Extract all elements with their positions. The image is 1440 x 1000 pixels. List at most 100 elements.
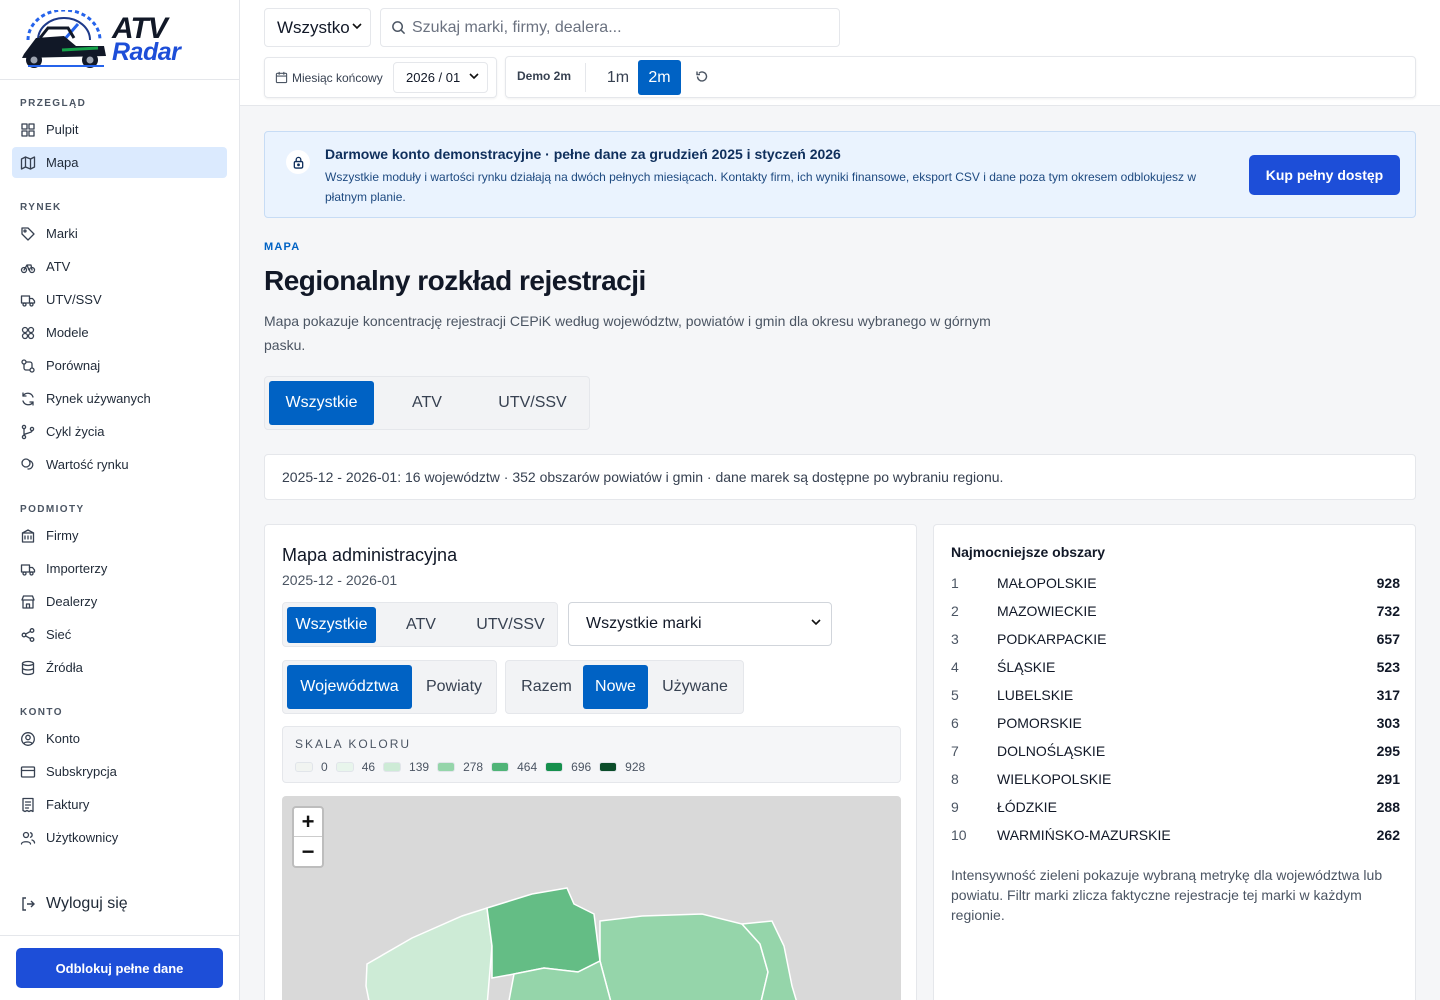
zoom-in-button[interactable]: + — [294, 808, 322, 837]
sidebar-item-label: Źródła — [46, 660, 83, 675]
sidebar-item-label: UTV/SSV — [46, 292, 102, 307]
sidebar: ATV Radar PRZEGLĄD Pulpit Mapa RYNEK Marki AT… — [0, 0, 240, 1000]
sidebar-item-rynek-u-ywanych[interactable]: Rynek używanych — [12, 383, 227, 414]
sidebar-item-firmy[interactable]: Firmy — [12, 520, 227, 551]
sidebar-item-subskrypcja[interactable]: Subskrypcja — [12, 756, 227, 787]
sidebar-item-por-wnaj[interactable]: Porównaj — [12, 350, 227, 381]
status-tabs: Razem Nowe Używane — [505, 660, 744, 714]
color-scale-value: 278 — [463, 760, 484, 774]
buy-full-access-button[interactable]: Kup pełny dostęp — [1249, 155, 1400, 195]
status-tab-new[interactable]: Nowe — [583, 665, 648, 709]
sidebar-item-cykl-ycia[interactable]: Cykl życia — [12, 416, 227, 447]
range-toolbar: Demo 2m 1m 2m — [505, 56, 1416, 98]
sidebar-item-mapa[interactable]: Mapa — [12, 147, 227, 178]
level-tab-counties[interactable]: Powiaty — [415, 665, 493, 709]
sidebar-item-konto[interactable]: Konto — [12, 723, 227, 754]
period-summary-text: 2025-12 - 2026-01: 16 województw · 352 o… — [282, 469, 1004, 485]
sidebar-item-importerzy[interactable]: Importerzy — [12, 553, 227, 584]
sidebar-item-label: Konto — [46, 731, 80, 746]
map-tab-atv[interactable]: ATV — [379, 607, 463, 643]
sidebar-item-faktury[interactable]: Faktury — [12, 789, 227, 820]
list-item[interactable]: 7 DOLNOŚLĄSKIE 295 — [951, 737, 1400, 765]
rank-number: 6 — [951, 715, 959, 731]
list-item[interactable]: 8 WIELKOPOLSKIE 291 — [951, 765, 1400, 793]
page-description: Mapa pokazuje koncentrację rejestracji C… — [264, 313, 991, 353]
area-name: MAŁOPOLSKIE — [997, 575, 1097, 591]
list-item[interactable]: 4 ŚLĄSKIE 523 — [951, 653, 1400, 681]
branch-icon — [20, 424, 36, 440]
unlock-full-data-button[interactable]: Odblokuj pełne dane — [16, 948, 223, 988]
area-value: 928 — [1376, 575, 1400, 591]
list-item[interactable]: 10 WARMIŃSKO-MAZURSKIE 262 — [951, 821, 1400, 849]
sidebar-item--r-d-a[interactable]: Źródła — [12, 652, 227, 683]
sidebar-item-warto-rynku[interactable]: Wartość rynku — [12, 449, 227, 480]
sidebar-item-label: Rynek używanych — [46, 391, 151, 406]
cubes-icon — [20, 325, 36, 341]
sidebar-item-marki[interactable]: Marki — [12, 218, 227, 249]
logo[interactable]: ATV Radar — [0, 0, 239, 80]
rank-number: 1 — [951, 575, 959, 591]
logo-text: ATV Radar — [112, 13, 181, 66]
area-value: 303 — [1376, 715, 1400, 731]
zoom-out-button[interactable]: − — [294, 837, 322, 866]
sidebar-item-pulpit[interactable]: Pulpit — [12, 114, 227, 145]
rank-number: 5 — [951, 687, 959, 703]
list-item[interactable]: 9 ŁÓDZKIE 288 — [951, 793, 1400, 821]
area-value: 262 — [1376, 827, 1400, 843]
sidebar-item-utv-ssv[interactable]: UTV/SSV — [12, 284, 227, 315]
zoom-control: + − — [292, 806, 324, 868]
color-swatch — [545, 762, 564, 772]
list-item[interactable]: 6 POMORSKIE 303 — [951, 709, 1400, 737]
users-icon — [20, 830, 36, 846]
status-tab-used[interactable]: Używane — [651, 665, 739, 709]
map-tab-all[interactable]: Wszystkie — [287, 607, 376, 643]
color-swatch — [437, 762, 456, 772]
sidebar-item-u-ytkownicy[interactable]: Użytkownicy — [12, 822, 227, 853]
map-card: Mapa administracyjna 2025-12 - 2026-01 W… — [264, 524, 917, 1000]
logo-line2: Radar — [112, 37, 181, 66]
area-value: 317 — [1376, 687, 1400, 703]
sidebar-item-sie-[interactable]: Sieć — [12, 619, 227, 650]
color-scale-value: 464 — [517, 760, 538, 774]
list-item[interactable]: 1 MAŁOPOLSKIE 928 — [951, 569, 1400, 597]
area-name: DOLNOŚLĄSKIE — [997, 743, 1106, 759]
sidebar-item-dealerzy[interactable]: Dealerzy — [12, 586, 227, 617]
list-item[interactable]: 2 MAZOWIECKIE 732 — [951, 597, 1400, 625]
month-filter: Miesiąc końcowy 2026 / 01 — [264, 57, 497, 98]
area-name: PODKARPACKIE — [997, 631, 1107, 647]
logout-link[interactable]: Wyloguj się — [20, 895, 128, 913]
map-card-title: Mapa administracyjna — [282, 545, 458, 565]
rank-number: 10 — [951, 827, 967, 843]
reset-icon[interactable] — [695, 70, 709, 84]
color-scale-value: 0 — [321, 760, 328, 774]
range-1m-button[interactable]: 1m — [602, 61, 634, 95]
type-select[interactable]: Wszystko — [264, 8, 371, 47]
map-tab-utv-ssv[interactable]: UTV/SSV — [466, 607, 555, 643]
map-vehicle-tabs: Wszystkie ATV UTV/SSV — [282, 602, 558, 647]
sidebar-item-label: Modele — [46, 325, 89, 340]
sidebar-item-modele[interactable]: Modele — [12, 317, 227, 348]
list-item[interactable]: 3 PODKARPACKIE 657 — [951, 625, 1400, 653]
level-tab-voivodeships[interactable]: Województwa — [287, 665, 412, 709]
range-2m-button[interactable]: 2m — [638, 60, 681, 95]
sidebar-item-label: Firmy — [46, 528, 79, 543]
brand-select[interactable]: Wszystkie marki — [568, 602, 832, 646]
color-scale-value: 46 — [361, 760, 376, 774]
choropleth-map[interactable]: + − — [282, 796, 901, 1000]
sidebar-item-label: Sieć — [46, 627, 72, 642]
list-item[interactable]: 5 LUBELSKIE 317 — [951, 681, 1400, 709]
color-swatch — [599, 762, 618, 772]
tab-all[interactable]: Wszystkie — [269, 381, 374, 425]
month-select[interactable]: 2026 / 01 — [393, 62, 488, 93]
sidebar-item-atv[interactable]: ATV — [12, 251, 227, 282]
tab-atv[interactable]: ATV — [377, 381, 477, 425]
sidebar-section-heading: RYNEK — [20, 202, 62, 213]
chevron-down-icon — [469, 72, 479, 79]
sidebar-section-heading: KONTO — [20, 707, 63, 718]
search-input[interactable]: Szukaj marki, firmy, dealera... — [380, 8, 840, 47]
color-scale-title: SKALA KOLORU — [295, 737, 412, 751]
map-icon — [20, 155, 36, 171]
tab-utv-ssv[interactable]: UTV/SSV — [480, 381, 585, 425]
status-tab-total[interactable]: Razem — [510, 665, 583, 709]
